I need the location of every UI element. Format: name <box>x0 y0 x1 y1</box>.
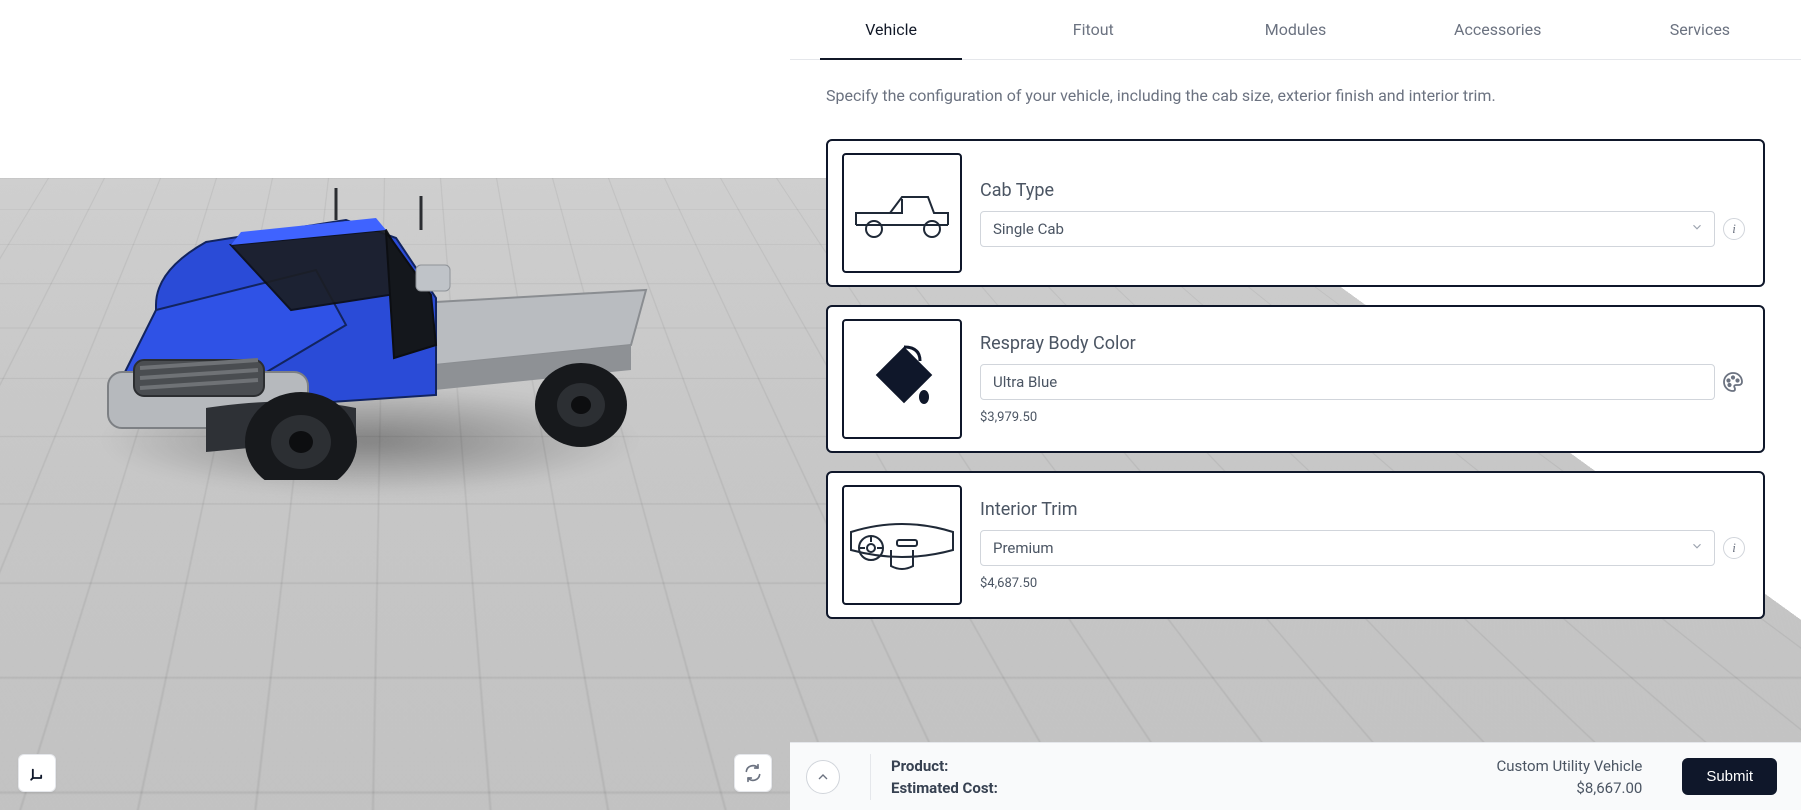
truck-3d-model <box>86 160 666 480</box>
divider <box>870 754 871 800</box>
body-color-input[interactable]: Ultra Blue <box>980 364 1715 400</box>
footer: Product: Custom Utility Vehicle Estimate… <box>790 742 1801 810</box>
product-label: Product: <box>891 757 1477 775</box>
tab-description: Specify the configuration of your vehicl… <box>790 60 1801 115</box>
viewport-seat-icon[interactable] <box>18 754 56 792</box>
cost-label: Estimated Cost: <box>891 779 1477 797</box>
chevron-up-icon <box>815 769 831 785</box>
tab-vehicle[interactable]: Vehicle <box>790 0 992 59</box>
card-interior-trim: Interior Trim Premium i $4,687.50 <box>826 471 1765 619</box>
tab-services[interactable]: Services <box>1599 0 1801 59</box>
paint-bucket-icon <box>862 339 942 419</box>
tabs: Vehicle Fitout Modules Accessories Servi… <box>790 0 1801 60</box>
color-palette-icon[interactable] <box>1721 370 1745 394</box>
cab-type-select[interactable]: Single Cab <box>980 211 1715 247</box>
thumb-interior-trim <box>842 485 962 605</box>
interior-trim-price: $4,687.50 <box>980 576 1715 591</box>
viewport-3d[interactable] <box>0 0 790 810</box>
thumb-body-color <box>842 319 962 439</box>
pickup-truck-icon <box>850 183 954 243</box>
body-color-price: $3,979.50 <box>980 410 1715 425</box>
configurator-panel: Vehicle Fitout Modules Accessories Servi… <box>790 0 1801 810</box>
tab-accessories[interactable]: Accessories <box>1397 0 1599 59</box>
body-color-value: Ultra Blue <box>993 373 1057 391</box>
dashboard-icon <box>847 510 957 580</box>
tab-modules[interactable]: Modules <box>1194 0 1396 59</box>
info-icon[interactable]: i <box>1723 218 1745 240</box>
cab-type-selected: Single Cab <box>993 220 1064 238</box>
card-body-color: Respray Body Color Ultra Blue <box>826 305 1765 453</box>
interior-trim-selected: Premium <box>993 539 1054 557</box>
product-value: Custom Utility Vehicle <box>1497 757 1643 775</box>
chevron-down-icon <box>1690 220 1704 238</box>
card-title: Cab Type <box>980 180 1715 201</box>
collapse-button[interactable] <box>806 760 840 794</box>
viewport-rotate-icon[interactable] <box>734 754 772 792</box>
interior-trim-select[interactable]: Premium <box>980 530 1715 566</box>
info-icon[interactable]: i <box>1723 537 1745 559</box>
chevron-down-icon <box>1690 539 1704 557</box>
submit-button[interactable]: Submit <box>1682 758 1777 795</box>
card-cab-type: Cab Type Single Cab i <box>826 139 1765 287</box>
thumb-cab-type <box>842 153 962 273</box>
card-title: Interior Trim <box>980 499 1715 520</box>
cost-value: $8,667.00 <box>1497 779 1643 797</box>
cards-container: Cab Type Single Cab i <box>790 115 1801 742</box>
card-title: Respray Body Color <box>980 333 1715 354</box>
tab-fitout[interactable]: Fitout <box>992 0 1194 59</box>
